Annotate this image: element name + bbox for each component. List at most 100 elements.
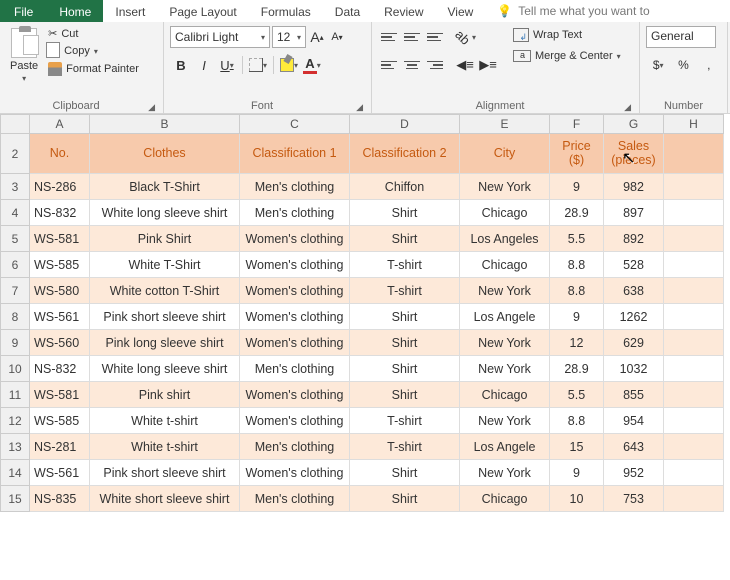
row-header[interactable]: 14 bbox=[0, 460, 30, 486]
cell[interactable]: 8.8 bbox=[550, 278, 604, 304]
cell[interactable]: Women's clothing bbox=[240, 278, 350, 304]
cell[interactable]: 629 bbox=[604, 330, 664, 356]
align-center-button[interactable] bbox=[401, 54, 423, 76]
cell[interactable]: Chicago bbox=[460, 486, 550, 512]
cell[interactable]: Women's clothing bbox=[240, 226, 350, 252]
cell[interactable]: WS-561 bbox=[30, 460, 90, 486]
cell[interactable]: White long sleeve shirt bbox=[90, 200, 240, 226]
cell[interactable] bbox=[664, 304, 724, 330]
cell[interactable]: WS-560 bbox=[30, 330, 90, 356]
column-header-A[interactable]: A bbox=[30, 114, 90, 134]
column-header-H[interactable]: H bbox=[664, 114, 724, 134]
italic-button[interactable]: I bbox=[193, 54, 215, 76]
cell[interactable]: Men's clothing bbox=[240, 486, 350, 512]
cell[interactable]: 12 bbox=[550, 330, 604, 356]
wrap-text-button[interactable]: Wrap Text bbox=[509, 26, 625, 44]
tab-file[interactable]: File bbox=[0, 0, 47, 22]
row-header[interactable]: 4 bbox=[0, 200, 30, 226]
row-header[interactable]: 5 bbox=[0, 226, 30, 252]
cell[interactable]: White t-shirt bbox=[90, 434, 240, 460]
cell[interactable]: New York bbox=[460, 408, 550, 434]
cell[interactable] bbox=[664, 174, 724, 200]
tab-insert[interactable]: Insert bbox=[103, 0, 157, 22]
cell[interactable]: 9 bbox=[550, 460, 604, 486]
cell[interactable]: Men's clothing bbox=[240, 200, 350, 226]
cell[interactable]: Women's clothing bbox=[240, 252, 350, 278]
orientation-button[interactable]: ab▾ bbox=[454, 26, 476, 48]
tab-page-layout[interactable]: Page Layout bbox=[157, 0, 248, 22]
column-header-D[interactable]: D bbox=[350, 114, 460, 134]
cell[interactable] bbox=[664, 200, 724, 226]
cell[interactable]: T-shirt bbox=[350, 252, 460, 278]
cell[interactable]: Los Angele bbox=[460, 434, 550, 460]
merge-center-button[interactable]: Merge & Center ▾ bbox=[509, 48, 625, 64]
cell[interactable]: New York bbox=[460, 174, 550, 200]
cell[interactable]: White short sleeve shirt bbox=[90, 486, 240, 512]
cell[interactable]: City bbox=[460, 134, 550, 174]
cell[interactable] bbox=[664, 434, 724, 460]
percent-format-button[interactable]: % bbox=[671, 54, 695, 76]
cell[interactable]: White t-shirt bbox=[90, 408, 240, 434]
cell[interactable]: NS-286 bbox=[30, 174, 90, 200]
align-middle-button[interactable] bbox=[401, 26, 423, 48]
cell[interactable]: 1262 bbox=[604, 304, 664, 330]
cell[interactable]: Shirt bbox=[350, 200, 460, 226]
cell[interactable]: 15 bbox=[550, 434, 604, 460]
cell[interactable]: Shirt bbox=[350, 382, 460, 408]
cell[interactable]: Shirt bbox=[350, 486, 460, 512]
cell[interactable]: 8.8 bbox=[550, 252, 604, 278]
cell[interactable]: Women's clothing bbox=[240, 408, 350, 434]
increase-font-size-button[interactable]: A▴ bbox=[308, 26, 326, 48]
cell[interactable]: WS-585 bbox=[30, 252, 90, 278]
cell[interactable]: 954 bbox=[604, 408, 664, 434]
cell[interactable]: WS-581 bbox=[30, 226, 90, 252]
cell[interactable] bbox=[664, 226, 724, 252]
cell[interactable]: Men's clothing bbox=[240, 356, 350, 382]
select-all-corner[interactable] bbox=[0, 114, 30, 134]
cell[interactable]: Shirt bbox=[350, 460, 460, 486]
column-header-F[interactable]: F bbox=[550, 114, 604, 134]
cell[interactable]: 8.8 bbox=[550, 408, 604, 434]
tab-home[interactable]: Home bbox=[47, 0, 103, 22]
row-header[interactable]: 13 bbox=[0, 434, 30, 460]
cell[interactable]: NS-832 bbox=[30, 356, 90, 382]
cell[interactable]: T-shirt bbox=[350, 434, 460, 460]
tab-review[interactable]: Review bbox=[372, 0, 435, 22]
decrease-indent-button[interactable]: ◀≡ bbox=[454, 54, 476, 76]
cell[interactable]: Women's clothing bbox=[240, 330, 350, 356]
cell[interactable]: White cotton T-Shirt bbox=[90, 278, 240, 304]
cell[interactable]: 9 bbox=[550, 304, 604, 330]
row-header[interactable]: 8 bbox=[0, 304, 30, 330]
cell[interactable]: Black T-Shirt bbox=[90, 174, 240, 200]
accounting-format-button[interactable]: $▾ bbox=[646, 54, 670, 76]
align-left-button[interactable] bbox=[378, 54, 400, 76]
cell[interactable]: Shirt bbox=[350, 226, 460, 252]
cell[interactable]: Pink long sleeve shirt bbox=[90, 330, 240, 356]
row-header[interactable]: 6 bbox=[0, 252, 30, 278]
cell[interactable]: Los Angeles bbox=[460, 226, 550, 252]
row-header[interactable]: 10 bbox=[0, 356, 30, 382]
column-header-C[interactable]: C bbox=[240, 114, 350, 134]
align-bottom-button[interactable] bbox=[424, 26, 446, 48]
cut-button[interactable]: ✂ Cut bbox=[46, 26, 141, 41]
column-header-B[interactable]: B bbox=[90, 114, 240, 134]
cell[interactable] bbox=[664, 252, 724, 278]
cell[interactable]: White long sleeve shirt bbox=[90, 356, 240, 382]
cell[interactable]: NS-835 bbox=[30, 486, 90, 512]
align-right-button[interactable] bbox=[424, 54, 446, 76]
cell[interactable]: Classification 1 bbox=[240, 134, 350, 174]
cell[interactable]: New York bbox=[460, 460, 550, 486]
tell-me-search[interactable]: 💡 Tell me what you want to bbox=[485, 0, 649, 22]
cell[interactable]: WS-561 bbox=[30, 304, 90, 330]
row-header[interactable]: 12 bbox=[0, 408, 30, 434]
comma-format-button[interactable]: , bbox=[697, 54, 721, 76]
cell[interactable]: 28.9 bbox=[550, 356, 604, 382]
fill-color-button[interactable]: ▾ bbox=[278, 54, 300, 76]
cell[interactable]: New York bbox=[460, 278, 550, 304]
cell[interactable]: T-shirt bbox=[350, 278, 460, 304]
worksheet-grid[interactable]: 23456789101112131415 No.ClothesClassific… bbox=[0, 134, 730, 512]
increase-indent-button[interactable]: ▶≡ bbox=[477, 54, 499, 76]
cell[interactable]: Shirt bbox=[350, 330, 460, 356]
cell[interactable]: Chicago bbox=[460, 382, 550, 408]
cell[interactable]: Chicago bbox=[460, 200, 550, 226]
